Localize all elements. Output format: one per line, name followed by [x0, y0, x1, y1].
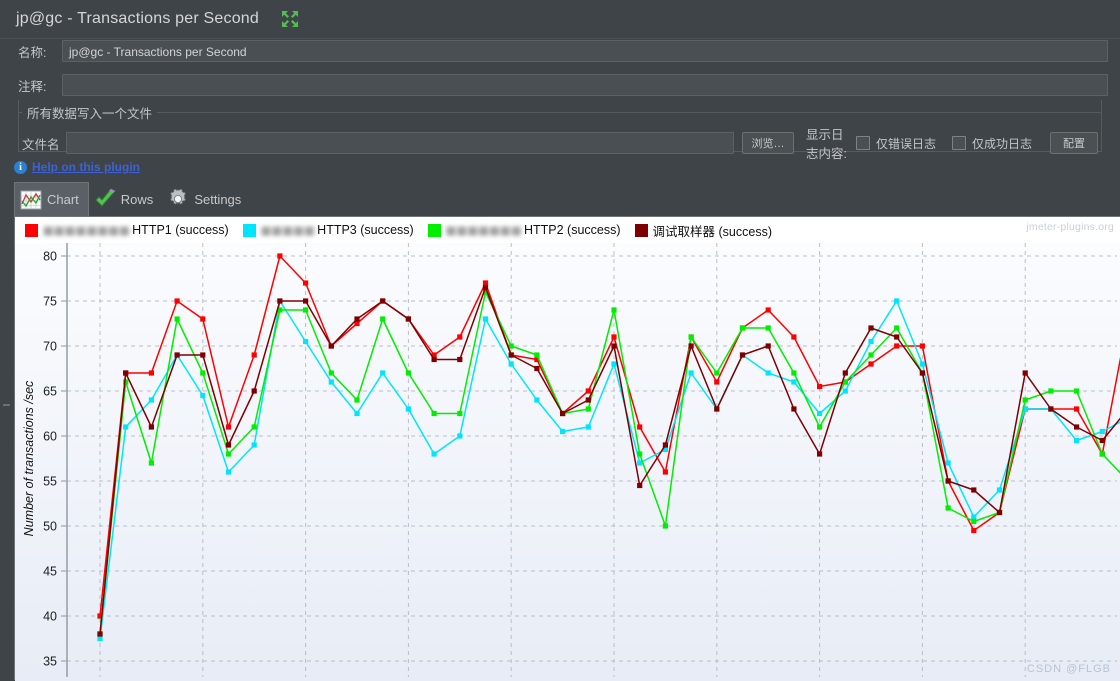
legend-swatch-http1	[25, 223, 38, 237]
tab-chart-label: Chart	[47, 192, 79, 207]
left-gutter-tick	[3, 404, 10, 406]
svg-text:55: 55	[43, 475, 57, 489]
browse-button[interactable]: 浏览…	[742, 132, 794, 154]
info-icon: i	[14, 160, 27, 174]
svg-text:Number of transactions /sec: Number of transactions /sec	[22, 380, 36, 536]
tab-settings-label: Settings	[194, 191, 242, 207]
watermark-jmeter-plugins: jmeter-plugins.org	[1026, 221, 1114, 233]
log-content-label: 显示日志内容:	[806, 128, 847, 161]
name-input[interactable]: jp@gc - Transactions per Second	[62, 40, 1108, 62]
svg-text:75: 75	[43, 295, 57, 309]
errors-only-label: 仅错误日志	[876, 136, 937, 151]
legend-swatch-http3	[242, 223, 256, 237]
window-titlebar: jp@gc - Transactions per Second	[0, 0, 1120, 39]
legend-blurred-prefix-http3: ▩▩▩▩▩	[260, 224, 316, 237]
legend-swatch-debug-sampler	[634, 223, 648, 237]
name-row: 名称: jp@gc - Transactions per Second	[18, 40, 1108, 62]
comment-row: 注释:	[18, 74, 1108, 96]
tab-chart[interactable]: Chart	[14, 182, 89, 216]
legend-item-http3[interactable]: ▩▩▩▩▩ HTTP3 (success)	[242, 223, 414, 237]
legend-label-http3: HTTP3 (success)	[317, 223, 414, 237]
expand-arrows-icon[interactable]	[281, 10, 299, 28]
legend-swatch-http2	[427, 223, 441, 237]
check-icon	[94, 188, 116, 210]
svg-text:80: 80	[43, 250, 57, 264]
legend-label-debug-sampler: 调试取样器 (success)	[652, 224, 772, 239]
tab-rows-label: Rows	[120, 191, 154, 207]
help-link[interactable]: Help on this plugin	[32, 160, 140, 174]
legend-item-debug-sampler[interactable]: 调试取样器 (success)	[634, 221, 772, 240]
legend-blurred-prefix-http1: ▩▩▩▩▩▩▩▩	[43, 224, 131, 237]
watermark-csdn: CSDN @FLGB	[1026, 663, 1111, 675]
errors-only-checkbox[interactable]	[856, 136, 870, 150]
svg-text:50: 50	[43, 520, 57, 534]
chart-legend: ▩▩▩▩▩▩▩▩ HTTP1 (success) ▩▩▩▩▩ HTTP3 (su…	[15, 217, 1120, 243]
left-gutter	[0, 216, 14, 680]
svg-text:70: 70	[43, 340, 57, 354]
configure-button[interactable]: 配置	[1050, 132, 1099, 154]
svg-text:45: 45	[43, 565, 57, 579]
success-only-label: 仅成功日志	[972, 136, 1033, 151]
tab-rows[interactable]: Rows	[89, 182, 163, 216]
chart-plot-area[interactable]: 35 40 45 50 55 60 65 70 75 80 Number of transactio…	[15, 243, 1120, 681]
help-row: i Help on this plugin	[14, 160, 140, 174]
svg-text:40: 40	[43, 610, 57, 624]
svg-text:65: 65	[43, 385, 57, 399]
plugin-window: jp@gc - Transactions per Second 名称: jp@g…	[0, 0, 1120, 681]
filename-label: 文件名	[22, 137, 60, 152]
comment-label: 注释:	[18, 79, 47, 94]
filename-input[interactable]	[66, 132, 734, 154]
chart-icon	[20, 189, 42, 211]
group-border-right	[155, 112, 1102, 113]
legend-blurred-prefix-http2: ▩▩▩▩▩▩▩	[445, 224, 522, 237]
name-label: 名称:	[18, 45, 47, 60]
tab-bar: Chart Rows Settings	[14, 182, 250, 216]
legend-label-http1: HTTP1 (success)	[132, 223, 229, 237]
log-content-controls: 显示日志内容: 仅错误日志 仅成功日志 配置	[806, 124, 1099, 162]
filename-row: 文件名 浏览… 显示日志内容: 仅错误日志 仅成功日志 配置	[22, 124, 1099, 162]
comment-input[interactable]	[62, 74, 1108, 96]
tab-settings[interactable]: Settings	[162, 182, 250, 216]
svg-text:35: 35	[43, 655, 57, 669]
chart-panel: ▩▩▩▩▩▩▩▩ HTTP1 (success) ▩▩▩▩▩ HTTP3 (su…	[14, 216, 1120, 681]
group-title: 所有数据写入一个文件	[22, 103, 158, 122]
legend-item-http2[interactable]: ▩▩▩▩▩▩▩ HTTP2 (success)	[427, 223, 621, 237]
svg-text:60: 60	[43, 430, 57, 444]
legend-label-http2: HTTP2 (success)	[523, 223, 621, 237]
gear-icon	[167, 188, 189, 210]
chart-svg: 35 40 45 50 55 60 65 70 75 80 Number of transactio…	[22, 243, 1120, 677]
page-title: jp@gc - Transactions per Second	[16, 10, 260, 27]
success-only-checkbox[interactable]	[952, 136, 967, 150]
legend-item-http1[interactable]: ▩▩▩▩▩▩▩▩ HTTP1 (success)	[25, 223, 229, 237]
